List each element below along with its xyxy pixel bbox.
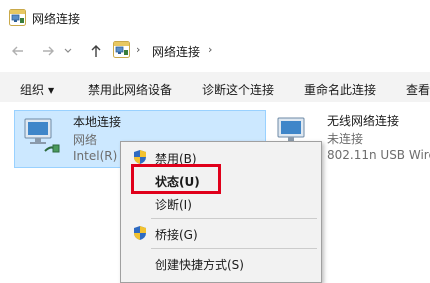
menu-separator [151,218,317,219]
connection-device: 802.11n USB Wire [327,148,430,162]
uac-shield-icon [133,149,147,165]
rename-connection-button[interactable]: 重命名此连接 [304,81,376,98]
window-title: 网络连接 [32,12,81,26]
organize-menu[interactable]: 组织 ▼ [20,81,54,98]
caret-down-icon: ▼ [48,86,55,95]
menu-item-label: 诊断(I) [155,198,192,212]
connection-name: 本地连接 [73,115,122,129]
title-bar: 网络连接 [0,0,430,36]
view-button[interactable]: 查看 [406,81,430,98]
chevron-down-icon[interactable] [64,47,72,55]
disable-device-button[interactable]: 禁用此网络设备 [88,81,172,98]
command-toolbar: 组织 ▼ 禁用此网络设备 诊断这个连接 重命名此连接 查看 [0,72,430,102]
menu-item-diagnose[interactable]: 诊断(I) [121,192,321,214]
menu-item-bridge[interactable]: 桥接(G) [121,222,321,244]
menu-separator [151,248,317,249]
menu-item-create-shortcut[interactable]: 创建快捷方式(S) [121,252,321,274]
highlight-annotation [131,164,221,194]
diagnose-connection-button[interactable]: 诊断这个连接 [202,81,274,98]
arrow-right-icon[interactable] [40,43,56,59]
navigation-bar [0,36,430,66]
menu-item-label: 创建快捷方式(S) [155,258,244,272]
organize-label: 组织 [20,83,45,97]
breadcrumb[interactable]: 网络连接 [152,43,200,60]
network-adapter-icon [19,115,63,158]
arrow-left-icon[interactable] [10,43,26,59]
context-menu: 禁用(B) 状态(U) 诊断(I) 桥接(G) 创建快捷方式(S) [120,141,322,283]
network-connections-icon [9,9,26,26]
connection-status: 网络 [73,133,98,147]
breadcrumb-separator[interactable]: › [208,43,212,56]
connection-status: 未连接 [327,132,364,146]
menu-item-label: 桥接(G) [155,228,198,242]
uac-shield-icon [133,225,147,241]
connection-name: 无线网络连接 [327,114,400,128]
network-connections-icon [113,41,130,58]
breadcrumb-separator: › [136,43,141,56]
arrow-up-icon[interactable] [88,43,104,59]
